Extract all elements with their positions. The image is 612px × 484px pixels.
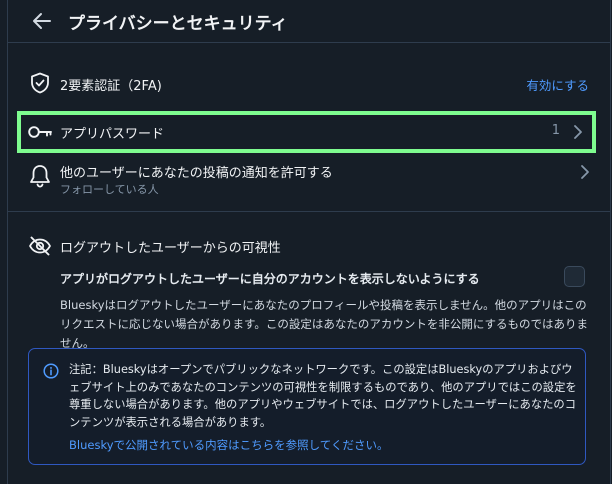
hide-from-logged-out-label: アプリがログアウトしたユーザーに自分のアカウントを表示しないようにする xyxy=(60,272,480,286)
enable-two-factor-link[interactable]: 有効にする xyxy=(526,75,589,94)
chevron-right-icon xyxy=(574,125,582,139)
page-title: プライバシーとセキュリティ xyxy=(68,14,288,34)
key-icon xyxy=(28,126,52,138)
notice-box: 注記：Blueskyはオープンでパブリックなネットワークです。この設定はBlue… xyxy=(28,348,586,465)
post-notifications-sublabel: フォローしている人 xyxy=(60,183,159,196)
right-border xyxy=(610,0,611,484)
hide-from-logged-out-checkbox[interactable] xyxy=(564,266,585,287)
arrow-left-icon xyxy=(33,13,51,29)
bell-icon xyxy=(30,165,50,188)
header: プライバシーとセキュリティ xyxy=(8,0,610,42)
chevron-right-icon xyxy=(581,165,589,179)
app-passwords-label: アプリパスワード xyxy=(60,127,165,142)
header-divider xyxy=(8,42,610,43)
two-factor-label: 2要素認証（2FA) xyxy=(60,79,162,94)
app-passwords-row[interactable]: アプリパスワード 1 xyxy=(17,111,596,153)
two-factor-row: 2要素認証（2FA) 有効にする xyxy=(8,67,610,101)
visibility-description: Blueskyはログアウトしたユーザーにあなたのプロフィールや投稿を表示しません… xyxy=(60,298,588,350)
shield-check-icon xyxy=(31,72,49,94)
notice-text: 注記：Blueskyはオープンでパブリックなネットワークです。この設定はBlue… xyxy=(69,363,577,429)
public-content-link[interactable]: Blueskyで公開されている内容はこちらを参照してください。 xyxy=(69,437,388,453)
post-notifications-label: 他のユーザーにあなたの投稿の通知を許可する xyxy=(60,166,333,181)
post-notifications-row[interactable]: 他のユーザーにあなたの投稿の通知を許可する フォローしている人 xyxy=(8,158,610,198)
info-circle-icon xyxy=(43,363,59,379)
settings-screen: プライバシーとセキュリティ 2要素認証（2FA) 有効にする アプリパスワード … xyxy=(0,0,612,484)
app-passwords-count: 1 xyxy=(551,123,560,138)
section-divider xyxy=(8,211,610,212)
back-button[interactable] xyxy=(30,9,54,33)
eye-slash-icon xyxy=(29,236,51,256)
section-title: ログアウトしたユーザーからの可視性 xyxy=(60,241,281,256)
